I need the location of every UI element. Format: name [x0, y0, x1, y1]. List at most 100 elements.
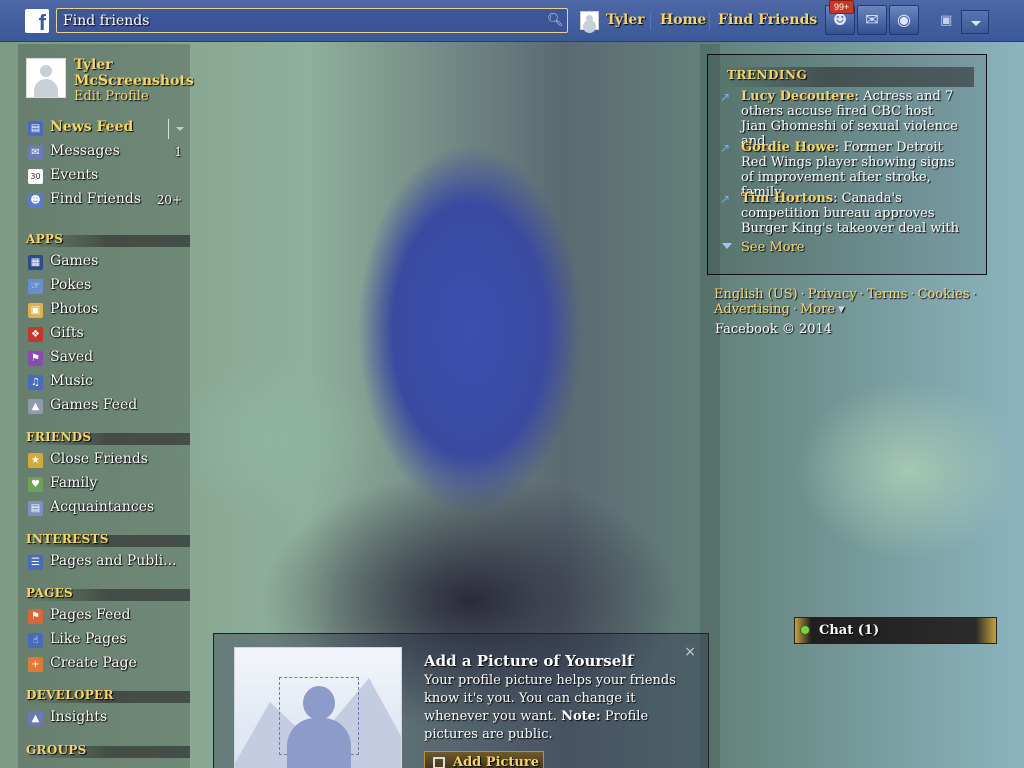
pokes-icon: ☞ — [28, 279, 43, 294]
gifts-icon: ❖ — [28, 327, 43, 342]
trending-topic-link[interactable]: Tim Hortons — [741, 191, 833, 206]
footer-separator: · — [972, 287, 977, 302]
sidebar-item-label: Insights — [50, 709, 107, 725]
profile-picture-placeholder[interactable] — [234, 647, 402, 768]
sidebar-item-family[interactable]: ♥ Family — [26, 474, 190, 496]
sidebar-item-saved[interactable]: ⚑ Saved — [26, 348, 190, 370]
profile-name-link[interactable]: Tyler — [606, 12, 645, 28]
section-title: DEVELOPER — [26, 688, 114, 702]
saved-icon: ⚑ — [28, 351, 43, 366]
footer-separator: · — [792, 302, 798, 317]
sidebar-item-label: Create Page — [50, 655, 137, 671]
add-picture-button[interactable]: Add Picture — [424, 751, 544, 768]
sidebar-item-photos[interactable]: ▣ Photos — [26, 300, 190, 322]
sidebar-item-label: Games Feed — [50, 397, 138, 413]
search-box[interactable]: 🔍︎ — [56, 8, 568, 33]
footer-link-cookies[interactable]: Cookies — [918, 287, 970, 302]
music-icon: ♫ — [28, 375, 43, 390]
home-link[interactable]: Home — [660, 12, 706, 28]
sidebar-item-news-feed[interactable]: ▤ News Feed — [26, 118, 190, 140]
sidebar-item-create-page[interactable]: + Create Page — [26, 654, 190, 676]
privacy-lock-icon[interactable]: ▣ — [940, 13, 952, 28]
sidebar-item-pages-and-public-figures[interactable]: ☰ Pages and Publi... — [26, 552, 190, 574]
close-icon[interactable]: × — [684, 644, 696, 660]
sidebar-item-label: Pages Feed — [50, 607, 131, 623]
search-input[interactable] — [63, 11, 533, 30]
footer-link-more[interactable]: More — [800, 302, 835, 317]
sidebar-item-messages[interactable]: ✉ Messages 1 — [26, 142, 190, 164]
prompt-body: Your profile picture helps your friends … — [424, 672, 694, 744]
messages-icon[interactable]: ✉ — [857, 5, 887, 35]
search-icon[interactable]: 🔍︎ — [547, 13, 564, 28]
sidebar-item-label: Like Pages — [50, 631, 127, 647]
top-bar: f 🔍︎ Tyler Home Find Friends ☻ ✉ ◉ 99+ ▣ — [0, 0, 1024, 42]
photos-icon: ▣ — [28, 303, 43, 318]
sidebar-item-find-friends[interactable]: ☻ Find Friends 20+ — [26, 190, 190, 212]
insights-icon: ▲ — [28, 711, 43, 726]
account-menu-button[interactable] — [961, 10, 989, 34]
sidebar-item-label: News Feed — [50, 119, 134, 135]
trending-topic-link[interactable]: Lucy Decoutere — [741, 89, 855, 104]
sidebar-item-insights[interactable]: ▲ Insights — [26, 708, 190, 730]
find-friends-link[interactable]: Find Friends — [718, 12, 817, 28]
footer-separator: · — [859, 287, 864, 302]
games-icon: ▦ — [28, 255, 43, 270]
sidebar-item-pokes[interactable]: ☞ Pokes — [26, 276, 190, 298]
close-friends-icon: ★ — [28, 453, 43, 468]
trending-arrow-icon: ↗ — [720, 141, 731, 155]
section-title: GROUPS — [26, 743, 87, 757]
apps-section-header[interactable]: APPS — [26, 232, 190, 247]
prompt-note-label: Note: — [561, 709, 601, 724]
sidebar-item-music[interactable]: ♫ Music — [26, 372, 190, 394]
sidebar-item-label: Pages and Publi... — [50, 553, 177, 569]
facebook-logo-icon[interactable]: f — [25, 9, 49, 33]
developer-section-header[interactable]: DEVELOPER — [26, 688, 190, 703]
acquaintances-icon: ▤ — [28, 501, 43, 516]
calendar-icon: 30 — [28, 169, 43, 184]
rss-icon: ☰ — [28, 555, 43, 570]
add-picture-label: Add Picture — [453, 755, 539, 768]
groups-section-header[interactable]: GROUPS — [26, 743, 190, 758]
find-friends-icon: ☻ — [28, 193, 43, 208]
family-icon: ♥ — [28, 477, 43, 492]
messages-icon: ✉ — [28, 145, 43, 160]
footer-link-advertising[interactable]: Advertising — [714, 302, 790, 317]
trending-box: TRENDING ↗ Lucy Decoutere: Actress and 7… — [707, 54, 987, 275]
chat-online-icon — [800, 625, 810, 635]
sidebar-item-acquaintances[interactable]: ▤ Acquaintances — [26, 498, 190, 520]
sidebar-item-label: Events — [50, 167, 99, 183]
sidebar-item-label: Messages — [50, 143, 120, 159]
profile-avatar[interactable] — [26, 58, 66, 98]
sidebar-item-label: Family — [50, 475, 98, 491]
footer-link-language[interactable]: English (US) — [714, 287, 798, 302]
footer-links: English (US) · Privacy · Terms · Cookies · Adve… — [714, 287, 984, 317]
sidebar-item-gifts[interactable]: ❖ Gifts — [26, 324, 190, 346]
sidebar-item-label: Music — [50, 373, 93, 389]
sidebar-item-games[interactable]: ▦ Games — [26, 252, 190, 274]
interests-section-header[interactable]: INTERESTS — [26, 532, 190, 547]
sidebar-item-like-pages[interactable]: ☝ Like Pages — [26, 630, 190, 652]
chat-bar[interactable]: Chat (1) — [794, 617, 997, 644]
trending-header: TRENDING — [722, 67, 974, 87]
footer-link-terms[interactable]: Terms — [867, 287, 908, 302]
section-title: INTERESTS — [26, 532, 109, 546]
edit-profile-link[interactable]: Edit Profile — [74, 89, 149, 104]
footer-separator: · — [910, 287, 915, 302]
footer-link-privacy[interactable]: Privacy — [808, 287, 857, 302]
news-feed-options-icon[interactable] — [168, 119, 184, 139]
sidebar-item-close-friends[interactable]: ★ Close Friends — [26, 450, 190, 472]
sidebar-item-games-feed[interactable]: ▲ Games Feed — [26, 396, 190, 418]
friends-section-header[interactable]: FRIENDS — [26, 430, 190, 445]
nav-divider — [709, 12, 710, 30]
sidebar-item-pages-feed[interactable]: ⚑ Pages Feed — [26, 606, 190, 628]
prompt-title: Add a Picture of Yourself — [424, 652, 634, 670]
copyright: Facebook © 2014 — [715, 322, 833, 337]
profile-name[interactable]: Tyler McScreenshots — [74, 57, 194, 89]
trending-topic-link[interactable]: Gordie Howe — [741, 140, 835, 155]
news-feed-icon: ▤ — [28, 121, 43, 136]
avatar[interactable] — [580, 11, 599, 30]
sidebar-item-events[interactable]: 30 Events — [26, 166, 190, 188]
notifications-globe-icon[interactable]: ◉ — [889, 5, 919, 35]
pages-section-header[interactable]: PAGES — [26, 586, 190, 601]
chevron-down-icon[interactable]: ▾ — [835, 302, 848, 317]
